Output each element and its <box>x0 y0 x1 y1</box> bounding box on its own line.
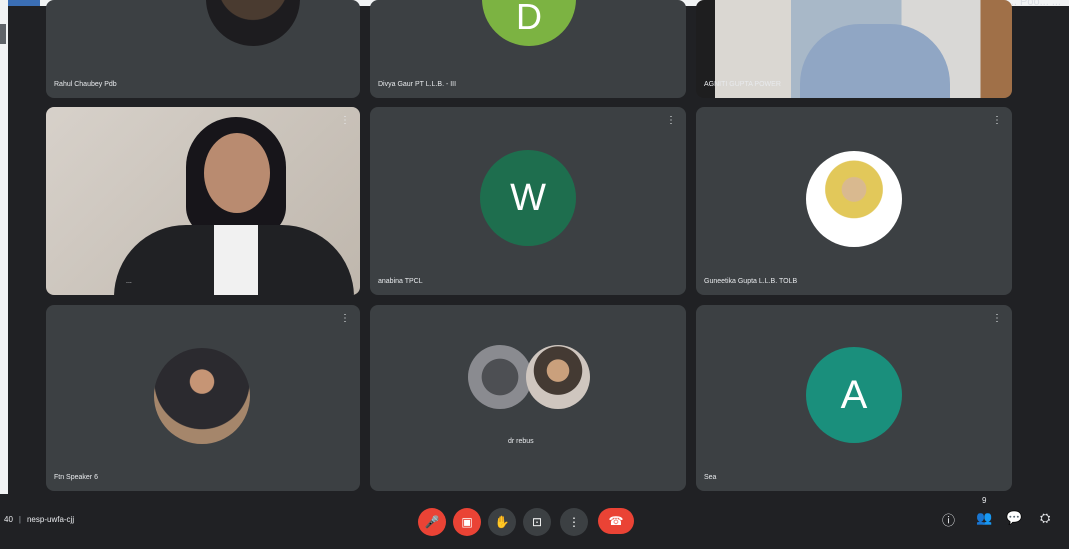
participant-avatar-initial: A <box>806 347 902 443</box>
participant-video-collar <box>214 225 258 295</box>
participant-tile-9[interactable]: ⋮ A Sea <box>696 305 1012 491</box>
participant-name: Ftn Speaker 6 <box>54 474 98 481</box>
people-count-badge: 9 <box>982 496 987 505</box>
more-options-icon[interactable]: ⋮ <box>340 115 350 126</box>
participant-avatar-photo <box>468 345 532 409</box>
participant-avatar-initial: D <box>482 0 576 46</box>
participant-name: Divya Gaur PT L.L.B. - III <box>378 81 457 88</box>
left-edge-strip <box>0 0 8 549</box>
raise-hand-icon: ✋ <box>494 515 510 529</box>
participant-video-person <box>800 24 950 98</box>
more-options-icon[interactable]: ⋮ <box>666 115 676 126</box>
participant-name: dr rebus <box>508 438 534 445</box>
participant-name: Sea <box>704 474 717 481</box>
mic-off-icon: 🎤 <box>424 515 440 529</box>
more-options-icon[interactable]: ⋮ <box>992 313 1002 324</box>
meeting-time: 40 <box>4 515 13 524</box>
present-icon: ⊡ <box>531 515 543 529</box>
participant-name: AGNITI GUPTA POWER <box>704 81 781 88</box>
participant-tile-6[interactable]: ⋮ Guneetika Gupta L.L.B. TOLB <box>696 107 1012 295</box>
camera-toggle-button[interactable]: ▣ <box>453 508 481 536</box>
end-call-button[interactable]: ☎ <box>598 508 634 534</box>
participant-tile-3[interactable]: AGNITI GUPTA POWER <box>696 0 1012 98</box>
participant-tile-4[interactable]: ⋮ ... <box>46 107 360 295</box>
more-options-icon: ⋮ <box>568 515 580 529</box>
chat-icon: 💬 <box>1006 510 1023 525</box>
info-icon: ⓘ <box>942 513 956 528</box>
participant-name: Guneetika Gupta L.L.B. TOLB <box>704 278 798 285</box>
participant-tile-2[interactable]: D Divya Gaur PT L.L.B. - III <box>370 0 686 98</box>
meeting-info: 40 | nesp-uwfa-cjj <box>4 515 75 524</box>
participant-tile-1[interactable]: Rahul Chaubey Pdb <box>46 0 360 98</box>
activities-button[interactable]: ⛭ <box>1040 510 1050 526</box>
participant-avatar-photo <box>154 348 250 444</box>
participant-avatar-photo <box>806 151 902 247</box>
avatar-initial-letter: D <box>516 0 542 37</box>
participant-avatar-initial: W <box>480 150 576 246</box>
participant-tile-8[interactable]: dr rebus <box>370 305 686 491</box>
people-button[interactable]: 👥 9 <box>976 496 993 526</box>
participant-tile-5[interactable]: ⋮ W anabina TPCL <box>370 107 686 295</box>
activities-icon: ⛭ <box>1040 510 1051 525</box>
end-call-icon: ☎ <box>608 514 624 528</box>
participant-name: anabina TPCL <box>378 278 423 285</box>
camera-off-icon: ▣ <box>461 515 473 529</box>
more-options-icon[interactable]: ⋮ <box>340 313 350 324</box>
participant-name: ... <box>126 278 132 285</box>
more-options-button[interactable]: ⋮ <box>560 508 588 536</box>
people-icon: 👥 <box>976 510 993 525</box>
raise-hand-button[interactable]: ✋ <box>488 508 516 536</box>
meeting-controls-bar: 40 | nesp-uwfa-cjj 🎤 ▣ ✋ ⊡ ⋮ ☎ ⓘ 👥 9 💬 ⛭ <box>0 494 1069 549</box>
participant-video-face <box>204 133 270 213</box>
avatar-initial-letter: W <box>510 176 546 219</box>
mic-toggle-button[interactable]: 🎤 <box>418 508 446 536</box>
more-options-icon[interactable]: ⋮ <box>992 115 1002 126</box>
chat-button[interactable]: 💬 <box>1006 510 1022 526</box>
participant-tile-7[interactable]: ⋮ Ftn Speaker 6 <box>46 305 360 491</box>
participant-name: Rahul Chaubey Pdb <box>54 81 117 88</box>
avatar-initial-letter: A <box>840 372 868 417</box>
participant-avatar-photo <box>526 345 590 409</box>
present-button[interactable]: ⊡ <box>523 508 551 536</box>
meeting-code: nesp-uwfa-cjj <box>26 515 75 524</box>
participant-avatar-photo <box>206 0 300 46</box>
info-button[interactable]: ⓘ <box>942 510 955 529</box>
